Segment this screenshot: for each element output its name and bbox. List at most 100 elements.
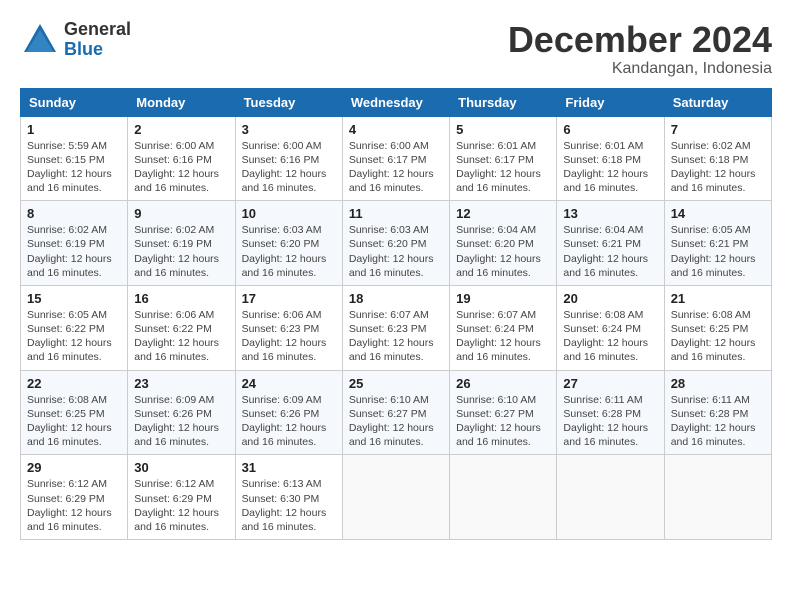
- day-number: 5: [456, 122, 550, 137]
- day-number: 19: [456, 291, 550, 306]
- column-header-wednesday: Wednesday: [342, 88, 449, 116]
- calendar-cell: 30 Sunrise: 6:12 AMSunset: 6:29 PMDayligh…: [128, 455, 235, 540]
- day-info: Sunrise: 6:04 AMSunset: 6:20 PMDaylight:…: [456, 223, 550, 280]
- day-info: Sunrise: 6:07 AMSunset: 6:23 PMDaylight:…: [349, 308, 443, 365]
- page-header: General Blue December 2024 Kandangan, In…: [20, 20, 772, 78]
- calendar-cell: 5 Sunrise: 6:01 AMSunset: 6:17 PMDaylight…: [450, 116, 557, 201]
- day-number: 12: [456, 206, 550, 221]
- calendar-week-row: 29Sunrise: 6:12 AMSunset: 6:29 PMDayligh…: [21, 455, 772, 540]
- day-info: Sunrise: 6:02 AMSunset: 6:19 PMDaylight:…: [27, 223, 121, 280]
- calendar-cell: 27Sunrise: 6:11 AMSunset: 6:28 PMDayligh…: [557, 370, 664, 455]
- day-info: Sunrise: 6:10 AMSunset: 6:27 PMDaylight:…: [456, 393, 550, 450]
- day-number: 15: [27, 291, 121, 306]
- calendar-cell: 7Sunrise: 6:02 AMSunset: 6:18 PMDaylight…: [664, 116, 771, 201]
- calendar-cell: 31 Sunrise: 6:13 AMSunset: 6:30 PMDayligh…: [235, 455, 342, 540]
- calendar-cell: 8 Sunrise: 6:02 AMSunset: 6:19 PMDaylight…: [21, 201, 128, 286]
- day-info: Sunrise: 6:08 AMSunset: 6:25 PMDaylight:…: [671, 308, 765, 365]
- month-title: December 2024: [508, 20, 772, 60]
- day-info: Sunrise: 5:59 AMSunset: 6:15 PMDaylight:…: [27, 139, 121, 196]
- column-header-sunday: Sunday: [21, 88, 128, 116]
- logo-icon: [20, 20, 60, 60]
- calendar-cell: 3Sunrise: 6:00 AMSunset: 6:16 PMDaylight…: [235, 116, 342, 201]
- day-info: Sunrise: 6:12 AMSunset: 6:29 PMDaylight:…: [134, 477, 228, 534]
- day-number: 28: [671, 376, 765, 391]
- logo-blue-text: Blue: [64, 40, 131, 60]
- day-number: 20: [563, 291, 657, 306]
- calendar-cell: 18 Sunrise: 6:07 AMSunset: 6:23 PMDayligh…: [342, 285, 449, 370]
- calendar-cell: [450, 455, 557, 540]
- day-info: Sunrise: 6:00 AMSunset: 6:16 PMDaylight:…: [242, 139, 336, 196]
- day-number: 10: [242, 206, 336, 221]
- column-header-thursday: Thursday: [450, 88, 557, 116]
- day-info: Sunrise: 6:08 AMSunset: 6:24 PMDaylight:…: [563, 308, 657, 365]
- day-number: 24: [242, 376, 336, 391]
- calendar-cell: 17 Sunrise: 6:06 AMSunset: 6:23 PMDayligh…: [235, 285, 342, 370]
- calendar-cell: 6Sunrise: 6:01 AMSunset: 6:18 PMDaylight…: [557, 116, 664, 201]
- day-number: 11: [349, 206, 443, 221]
- day-number: 17: [242, 291, 336, 306]
- calendar-cell: 13 Sunrise: 6:04 AMSunset: 6:21 PMDayligh…: [557, 201, 664, 286]
- calendar-cell: 26Sunrise: 6:10 AMSunset: 6:27 PMDayligh…: [450, 370, 557, 455]
- day-info: Sunrise: 6:05 AMSunset: 6:21 PMDaylight:…: [671, 223, 765, 280]
- calendar-table: SundayMondayTuesdayWednesdayThursdayFrid…: [20, 88, 772, 540]
- calendar-cell: 19 Sunrise: 6:07 AMSunset: 6:24 PMDayligh…: [450, 285, 557, 370]
- day-info: Sunrise: 6:03 AMSunset: 6:20 PMDaylight:…: [242, 223, 336, 280]
- calendar-cell: 25Sunrise: 6:10 AMSunset: 6:27 PMDayligh…: [342, 370, 449, 455]
- column-header-friday: Friday: [557, 88, 664, 116]
- calendar-cell: 15 Sunrise: 6:05 AMSunset: 6:22 PMDayligh…: [21, 285, 128, 370]
- column-header-monday: Monday: [128, 88, 235, 116]
- calendar-cell: 22Sunrise: 6:08 AMSunset: 6:25 PMDayligh…: [21, 370, 128, 455]
- day-info: Sunrise: 6:07 AMSunset: 6:24 PMDaylight:…: [456, 308, 550, 365]
- title-block: December 2024 Kandangan, Indonesia: [508, 20, 772, 78]
- day-number: 2: [134, 122, 228, 137]
- day-number: 18: [349, 291, 443, 306]
- calendar-cell: 24Sunrise: 6:09 AMSunset: 6:26 PMDayligh…: [235, 370, 342, 455]
- day-number: 13: [563, 206, 657, 221]
- calendar-cell: 9Sunrise: 6:02 AMSunset: 6:19 PMDaylight…: [128, 201, 235, 286]
- day-number: 14: [671, 206, 765, 221]
- day-number: 8: [27, 206, 121, 221]
- day-info: Sunrise: 6:01 AMSunset: 6:18 PMDaylight:…: [563, 139, 657, 196]
- column-header-tuesday: Tuesday: [235, 88, 342, 116]
- day-info: Sunrise: 6:11 AMSunset: 6:28 PMDaylight:…: [671, 393, 765, 450]
- day-info: Sunrise: 6:09 AMSunset: 6:26 PMDaylight:…: [134, 393, 228, 450]
- day-number: 21: [671, 291, 765, 306]
- logo-general-text: General: [64, 20, 131, 40]
- calendar-cell: 10 Sunrise: 6:03 AMSunset: 6:20 PMDayligh…: [235, 201, 342, 286]
- day-info: Sunrise: 6:06 AMSunset: 6:23 PMDaylight:…: [242, 308, 336, 365]
- logo-name: General Blue: [64, 20, 131, 60]
- calendar-cell: [342, 455, 449, 540]
- calendar-cell: 4 Sunrise: 6:00 AMSunset: 6:17 PMDaylight…: [342, 116, 449, 201]
- calendar-cell: 21 Sunrise: 6:08 AMSunset: 6:25 PMDayligh…: [664, 285, 771, 370]
- day-info: Sunrise: 6:13 AMSunset: 6:30 PMDaylight:…: [242, 477, 336, 534]
- day-info: Sunrise: 6:12 AMSunset: 6:29 PMDaylight:…: [27, 477, 121, 534]
- calendar-cell: 29Sunrise: 6:12 AMSunset: 6:29 PMDayligh…: [21, 455, 128, 540]
- calendar-week-row: 1 Sunrise: 5:59 AMSunset: 6:15 PMDaylight…: [21, 116, 772, 201]
- day-info: Sunrise: 6:11 AMSunset: 6:28 PMDaylight:…: [563, 393, 657, 450]
- calendar-week-row: 15 Sunrise: 6:05 AMSunset: 6:22 PMDayligh…: [21, 285, 772, 370]
- day-info: Sunrise: 6:04 AMSunset: 6:21 PMDaylight:…: [563, 223, 657, 280]
- day-number: 7: [671, 122, 765, 137]
- day-info: Sunrise: 6:01 AMSunset: 6:17 PMDaylight:…: [456, 139, 550, 196]
- day-number: 31: [242, 460, 336, 475]
- day-number: 4: [349, 122, 443, 137]
- calendar-header-row: SundayMondayTuesdayWednesdayThursdayFrid…: [21, 88, 772, 116]
- calendar-week-row: 8 Sunrise: 6:02 AMSunset: 6:19 PMDaylight…: [21, 201, 772, 286]
- logo: General Blue: [20, 20, 131, 60]
- day-number: 30: [134, 460, 228, 475]
- day-info: Sunrise: 6:00 AMSunset: 6:17 PMDaylight:…: [349, 139, 443, 196]
- day-info: Sunrise: 6:06 AMSunset: 6:22 PMDaylight:…: [134, 308, 228, 365]
- day-number: 16: [134, 291, 228, 306]
- day-info: Sunrise: 6:08 AMSunset: 6:25 PMDaylight:…: [27, 393, 121, 450]
- day-info: Sunrise: 6:03 AMSunset: 6:20 PMDaylight:…: [349, 223, 443, 280]
- day-info: Sunrise: 6:05 AMSunset: 6:22 PMDaylight:…: [27, 308, 121, 365]
- day-number: 23: [134, 376, 228, 391]
- calendar-cell: 16 Sunrise: 6:06 AMSunset: 6:22 PMDayligh…: [128, 285, 235, 370]
- column-header-saturday: Saturday: [664, 88, 771, 116]
- calendar-cell: 11 Sunrise: 6:03 AMSunset: 6:20 PMDayligh…: [342, 201, 449, 286]
- calendar-cell: 12 Sunrise: 6:04 AMSunset: 6:20 PMDayligh…: [450, 201, 557, 286]
- day-info: Sunrise: 6:00 AMSunset: 6:16 PMDaylight:…: [134, 139, 228, 196]
- calendar-cell: [557, 455, 664, 540]
- day-number: 25: [349, 376, 443, 391]
- day-number: 1: [27, 122, 121, 137]
